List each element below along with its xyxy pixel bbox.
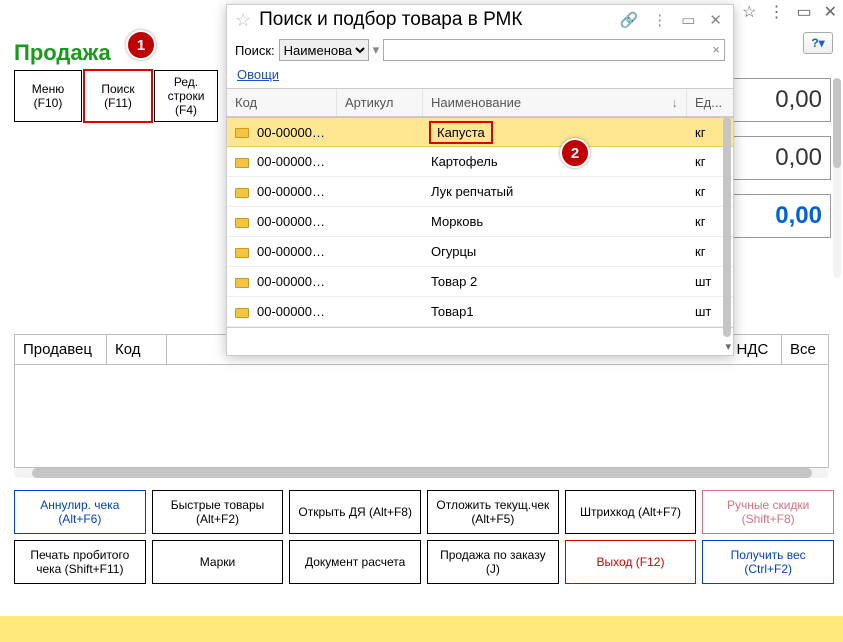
right-scrollbar[interactable] [833,78,841,278]
sale-by-order-button[interactable]: Продажа по заказу (J) [427,540,559,584]
table-row[interactable]: 00-00000…Картофелькг [227,147,733,177]
help-button[interactable]: ? ▾ [803,32,833,54]
kebab-icon[interactable]: ⋮ [768,2,784,22]
dialog-kebab-icon[interactable]: ⋮ [649,11,670,29]
exit-button[interactable]: Выход (F12) [565,540,697,584]
dialog-scrollbar[interactable] [723,117,731,337]
col-total[interactable]: Все [782,335,828,364]
get-weight-button[interactable]: Получить вес (Ctrl+F2) [702,540,834,584]
dialog-close-icon[interactable]: ✕ [706,11,725,29]
folder-icon [235,128,249,138]
select-chevron-icon[interactable]: ▾ [373,42,380,58]
col-code[interactable]: Код [107,335,167,364]
sort-down-icon[interactable]: ↓ [672,95,679,110]
product-name: Картофель [431,154,498,169]
product-name: Товар 2 [431,274,477,289]
product-code: 00-00000… [257,274,325,289]
product-code: 00-00000… [257,184,325,199]
search-button[interactable]: Поиск (F11) [84,70,152,122]
hdr-name[interactable]: Наименование ↓ [423,89,687,116]
product-name: Капуста [429,121,493,144]
folder-icon [235,308,249,318]
table-row[interactable]: 00-00000…Огурцыкг [227,237,733,267]
amount-2: 0,00 [727,136,831,180]
table-row[interactable]: 00-00000…Лук репчатыйкг [227,177,733,207]
open-drawer-button[interactable]: Открыть ДЯ (Alt+F8) [289,490,421,534]
product-name: Товар1 [431,304,474,319]
table-row[interactable]: 00-00000…Капустакг [227,117,733,147]
menu-button[interactable]: Меню (F10) [14,70,82,122]
table-row[interactable]: 00-00000…Товар1шт [227,297,733,327]
product-name: Огурцы [431,244,476,259]
hdr-article[interactable]: Артикул [337,89,423,116]
link-icon[interactable]: 🔗 [617,11,642,29]
clear-search-icon[interactable]: × [712,42,720,57]
product-code: 00-00000… [257,214,325,229]
product-code: 00-00000… [257,304,325,319]
amount-1: 0,00 [727,78,831,122]
folder-icon [235,218,249,228]
callout-badge-1: 1 [126,30,156,60]
dialog-max-icon[interactable]: ▭ [678,11,698,29]
fav-icon[interactable]: ☆ [742,2,756,22]
marks-button[interactable]: Марки [152,540,284,584]
product-code: 00-00000… [257,125,325,140]
search-label: Поиск: [235,43,275,58]
search-input[interactable]: × [383,39,725,61]
postpone-button[interactable]: Отложить текущ.чек (Alt+F5) [427,490,559,534]
annul-button[interactable]: Аннулир. чека (Alt+F6) [14,490,146,534]
product-name: Лук репчатый [431,184,513,199]
barcode-button[interactable]: Штрихкод (Alt+F7) [565,490,697,534]
payment-doc-button[interactable]: Документ расчета [289,540,421,584]
print-receipt-button[interactable]: Печать пробитого чека (Shift+F11) [14,540,146,584]
product-code: 00-00000… [257,154,325,169]
manual-discount-button[interactable]: Ручные скидки (Shift+F8) [702,490,834,534]
col-seller[interactable]: Продавец [15,335,107,364]
dialog-title: Поиск и подбор товара в РМК [259,9,608,31]
dialog-dropdown-icon[interactable]: ▾ [725,340,731,353]
product-table: Код Артикул Наименование ↓ Ед... 00-0000… [227,88,733,328]
amount-total: 0,00 [727,194,831,238]
edit-row-button[interactable]: Ред. строки (F4) [154,70,218,122]
status-bar [0,616,843,642]
main-hscrollbar[interactable] [14,468,829,478]
folder-icon [235,278,249,288]
window-min-icon[interactable]: ▭ [796,2,811,22]
page-title: Продажа [14,40,111,66]
table-row[interactable]: 00-00000…Товар 2шт [227,267,733,297]
callout-badge-2: 2 [560,138,590,168]
fast-goods-button[interactable]: Быстрые товары (Alt+F2) [152,490,284,534]
search-mode-select[interactable]: Наименова [279,39,369,61]
folder-icon [235,158,249,168]
product-search-dialog: ☆ Поиск и подбор товара в РМК 🔗 ⋮ ▭ ✕ По… [226,4,734,356]
folder-icon [235,188,249,198]
folder-icon [235,248,249,258]
dialog-fav-icon[interactable]: ☆ [235,10,251,31]
window-close-icon[interactable]: ✕ [824,2,837,22]
hdr-unit[interactable]: Ед... [687,89,733,116]
table-row[interactable]: 00-00000…Морковькг [227,207,733,237]
hdr-code[interactable]: Код [227,89,337,116]
breadcrumb-link[interactable]: Овощи [237,67,279,82]
product-code: 00-00000… [257,244,325,259]
product-name: Морковь [431,214,483,229]
main-table-body[interactable] [15,365,828,467]
